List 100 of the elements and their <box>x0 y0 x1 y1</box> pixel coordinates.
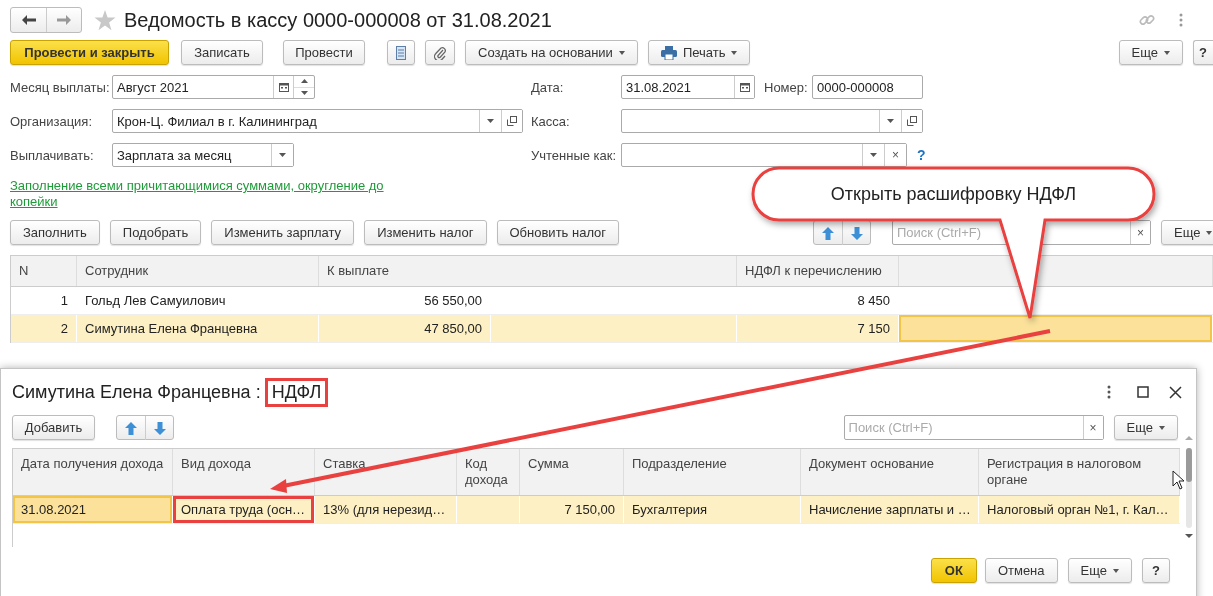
field-value[interactable]: Август 2021 <box>113 76 273 98</box>
more-button[interactable]: Еще <box>1113 415 1178 440</box>
input-field[interactable]: Зарплата за месяц <box>112 143 294 167</box>
column-header[interactable]: К выплате <box>319 256 737 286</box>
column-header[interactable]: Сотрудник <box>77 256 319 286</box>
help-button[interactable]: ? <box>1193 40 1213 65</box>
attach-button[interactable] <box>425 40 455 65</box>
table-cell-text: 8 450 <box>856 292 891 310</box>
clear-button[interactable]: × <box>1082 416 1103 439</box>
arrow-down-icon <box>850 226 863 240</box>
field-value[interactable]: 31.08.2021 <box>622 76 734 98</box>
cancel-button[interactable]: Отмена <box>984 558 1058 583</box>
field-label: Выплачивать: <box>10 147 95 163</box>
arrow-left-icon <box>21 15 36 25</box>
down-triangle-icon <box>300 90 308 95</box>
arrow-up-icon <box>822 226 834 240</box>
column-header[interactable]: Ставка <box>315 449 457 495</box>
cursor-icon <box>1172 470 1185 490</box>
search-input[interactable]: Поиск (Ctrl+F) <box>844 416 1083 439</box>
maximize-icon[interactable] <box>1137 386 1149 398</box>
toolbar-button[interactable]: Провести <box>283 40 365 65</box>
input-field[interactable]: × <box>621 143 907 167</box>
field-value[interactable]: Крон-Ц. Филиал в г. Калининград <box>113 110 479 132</box>
table-toolbar-button[interactable]: Подобрать <box>109 220 202 245</box>
dropdown-button[interactable] <box>271 144 293 166</box>
field-label: Дата: <box>531 79 565 95</box>
field-label: Организация: <box>10 113 94 129</box>
fill-link[interactable]: Заполнение всеми причитающимися суммами, округление до копейки <box>10 178 410 210</box>
column-header[interactable]: НДФЛ к перечислению <box>737 256 899 286</box>
input-field[interactable]: 0000-000008 <box>812 75 923 99</box>
spin-down-button[interactable] <box>294 86 314 98</box>
more-dots-icon[interactable] <box>1179 13 1183 27</box>
table-cell: 47 850,00 <box>319 315 491 342</box>
menu-button[interactable]: Создать на основании <box>465 40 638 65</box>
toolbar-button[interactable]: Записать <box>181 40 263 65</box>
help-button[interactable]: ? <box>1142 558 1170 583</box>
add-button[interactable]: Добавить <box>12 415 95 440</box>
search-input[interactable]: Поиск (Ctrl+F) <box>893 221 1130 244</box>
window-title: Ведомость в кассу 0000-000008 от 31.08.2021 <box>124 8 552 32</box>
tooltip-text: Открыть расшифровку НДФЛ <box>830 184 1077 204</box>
column-header[interactable]: Подразделение <box>624 449 801 495</box>
table-row[interactable]: 31.08.2021 Оплата труда (осн… 13% (для нерезид… 7 150,00 Бухгалтерия Начисление зарплаты и … Налоговый орган №1, г. Кал… <box>13 496 1181 524</box>
table-toolbar-button[interactable]: Изменить налог <box>364 220 487 245</box>
column-header[interactable]: Дата получения дохода <box>13 449 173 495</box>
paperclip-icon <box>434 45 446 60</box>
table-row[interactable]: 2 Симутина Елена Францевна 47 850,00 7 150 <box>11 315 1213 343</box>
field-label: Касса: <box>531 113 571 129</box>
open-button[interactable] <box>901 110 922 132</box>
menu-button[interactable]: Печать <box>647 40 751 65</box>
column-header[interactable]: Код дохода <box>457 449 520 495</box>
highlighted-table-cell: Оплата труда (осн… <box>173 496 315 523</box>
input-field[interactable] <box>621 109 923 133</box>
help-link[interactable]: ? <box>917 147 926 163</box>
arrow-up-icon <box>125 421 137 435</box>
table-cell: Налоговый орган №1, г. Кал… <box>979 496 1181 523</box>
more-dots-icon[interactable] <box>1107 385 1111 399</box>
field-label: Номер: <box>764 79 809 95</box>
table-cell-text: 1 <box>59 292 69 310</box>
open-button[interactable] <box>501 110 522 132</box>
field-label: Учтенные как: <box>531 147 618 163</box>
caret-icon <box>487 119 494 123</box>
table-toolbar-button[interactable]: Заполнить <box>10 220 100 245</box>
table-cell: 2 <box>11 315 77 342</box>
more-button[interactable]: Еще <box>1118 40 1183 65</box>
more-button[interactable]: Еще <box>1161 220 1213 245</box>
dialog-title: Симутина Елена Францевна : <box>12 381 261 403</box>
table-cell: 13% (для нерезид… <box>315 496 457 523</box>
input-field[interactable]: Август 2021 <box>112 75 315 99</box>
more-button[interactable]: Еще <box>1067 558 1132 583</box>
table-cell-text: 56 550,00 <box>423 292 483 310</box>
search-field[interactable]: Поиск (Ctrl+F) × <box>843 415 1104 440</box>
input-field[interactable]: Крон-Ц. Филиал в г. Калининград <box>112 109 523 133</box>
open-window-icon <box>907 116 917 126</box>
post-and-close-button[interactable]: Провести и закрыть <box>10 40 169 65</box>
column-header[interactable]: N <box>11 256 77 286</box>
table-cell: 31.08.2021 <box>13 496 173 523</box>
column-header[interactable]: Сумма <box>520 449 624 495</box>
input-field[interactable]: 31.08.2021 <box>621 75 755 99</box>
caret-icon <box>887 119 894 123</box>
close-icon[interactable] <box>1169 385 1182 399</box>
clear-button[interactable]: × <box>884 144 906 166</box>
table-toolbar-button[interactable]: Обновить налог <box>496 220 620 245</box>
table-cell: Начисление зарплаты и … <box>801 496 979 523</box>
list-icon <box>396 45 406 60</box>
table-cell: Симутина Елена Францевна <box>77 315 319 342</box>
calendar-button[interactable] <box>734 76 754 98</box>
clear-button[interactable]: × <box>1130 221 1150 244</box>
ok-button[interactable]: ОК <box>930 558 977 583</box>
up-triangle-icon <box>300 79 308 84</box>
caret-icon <box>870 153 877 157</box>
list-button[interactable] <box>387 40 415 65</box>
field-label: Месяц выплаты: <box>10 79 111 95</box>
star-icon[interactable] <box>94 9 116 31</box>
highlighted-title-word: НДФЛ <box>264 377 329 407</box>
arrow-right-icon <box>57 15 71 25</box>
column-header[interactable]: Документ основание <box>801 449 979 495</box>
table-cell: Бухгалтерия <box>624 496 801 523</box>
field-value[interactable]: Зарплата за месяц <box>113 144 271 166</box>
arrow-down-icon <box>153 421 166 435</box>
table-toolbar-button[interactable]: Изменить зарплату <box>211 220 355 245</box>
